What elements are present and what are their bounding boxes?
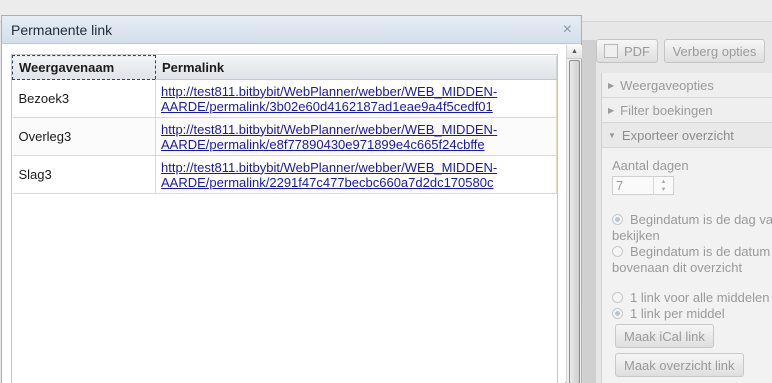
radio-start-today-label-cont: bekijken [612, 228, 660, 243]
days-stepper[interactable]: 7 ▲ ▼ [612, 176, 674, 195]
row-permalink-cell: http://test811.bitbybit/WebPlanner/webbe… [155, 155, 557, 194]
chevron-up-icon[interactable]: ▲ [661, 178, 667, 186]
permalink-line-2[interactable]: AARDE/permalink/3b02e60d4162187ad1eae9a4… [161, 99, 493, 114]
dialog-scrollbar[interactable]: ▲ [566, 45, 582, 383]
triangle-right-icon: ▶ [608, 105, 615, 115]
table-row: Overleg3 http://test811.bitbybit/WebPlan… [12, 117, 557, 156]
radio-start-date[interactable]: Begindatum is de datum [612, 244, 772, 260]
close-icon[interactable]: × [563, 21, 572, 39]
radio-link-all-label: 1 link voor alle middelen [630, 290, 770, 305]
section-filter-boekingen[interactable]: ▶ Filter boekingen [602, 98, 772, 123]
section-exporteer-overzicht[interactable]: ▼ Exporteer overzicht [602, 123, 772, 148]
dialog-title: Permanente link [11, 21, 113, 38]
section-weergaveopties[interactable]: ▶ Weergaveopties [602, 73, 772, 98]
table-header-row: Weergavenaam Permalink [12, 55, 557, 80]
triangle-right-icon: ▶ [608, 80, 615, 90]
permalink-link[interactable]: http://test811.bitbybit/WebPlanner/webbe… [161, 122, 497, 152]
chevron-down-icon[interactable]: ▼ [661, 186, 667, 194]
radio-link-per[interactable]: 1 link per middel [612, 306, 772, 322]
make-overview-link-button[interactable]: Maak overzicht link [615, 353, 744, 377]
make-ical-link-button[interactable]: Maak iCal link [615, 324, 714, 348]
permalink-link[interactable]: http://test811.bitbybit/WebPlanner/webbe… [161, 84, 497, 114]
chevron-up-icon[interactable]: ▲ [567, 45, 582, 59]
radio-link-all[interactable]: 1 link voor alle middelen [612, 290, 772, 306]
radio-link-per-control[interactable] [612, 308, 623, 319]
radio-start-today[interactable]: Begindatum is de dag va [612, 212, 772, 228]
permalink-line-1[interactable]: http://test811.bitbybit/WebPlanner/webbe… [161, 160, 497, 175]
radio-link-per-label: 1 link per middel [630, 306, 725, 321]
radio-start-date-label-cont: bovenaan dit overzicht [612, 260, 743, 275]
permalink-link[interactable]: http://test811.bitbybit/WebPlanner/webbe… [161, 160, 497, 190]
section-label: Filter boekingen [620, 102, 713, 118]
pdf-button-label: PDF [624, 43, 650, 59]
hide-options-label: Verberg opties [672, 43, 757, 59]
radio-link-all-control[interactable] [612, 292, 623, 303]
days-label: Aantal dagen [612, 158, 689, 173]
make-overview-link-label: Maak overzicht link [624, 357, 735, 373]
radio-start-today-control[interactable] [612, 214, 623, 225]
triangle-down-icon: ▼ [608, 130, 616, 140]
radio-start-date-label: Begindatum is de datum [630, 244, 771, 259]
permalink-dialog: Permanente link × Weergavenaam Permalink… [1, 15, 582, 383]
section-label: Exporteer overzicht [621, 127, 734, 143]
radio-start-today-label: Begindatum is de dag va [630, 212, 772, 227]
days-value[interactable]: 7 [613, 177, 653, 194]
pdf-button[interactable]: PDF [596, 39, 658, 63]
stepper-arrows[interactable]: ▲ ▼ [653, 177, 673, 194]
make-ical-link-label: Maak iCal link [624, 328, 705, 344]
background-scroll-strip [582, 40, 596, 383]
table-row: Bezoek3 http://test811.bitbybit/WebPlann… [12, 79, 557, 118]
section-label: Weergaveopties [620, 77, 714, 93]
table-row: Slag3 http://test811.bitbybit/WebPlanner… [12, 155, 557, 194]
dialog-titlebar[interactable]: Permanente link × [2, 16, 581, 44]
pdf-icon [604, 44, 618, 58]
options-panel: ▶ Weergaveopties ▶ Filter boekingen ▼ Ex… [601, 73, 772, 383]
scrollbar-thumb[interactable] [569, 60, 580, 383]
permalink-grid: Weergavenaam Permalink Bezoek3 http://te… [11, 54, 558, 383]
row-name: Overleg3 [12, 117, 156, 156]
permalink-line-2[interactable]: AARDE/permalink/2291f47c477becbc660a7d2d… [161, 175, 493, 190]
export-section-body: Aantal dagen 7 ▲ ▼ Begindatum is de dag … [602, 148, 772, 377]
permalink-line-1[interactable]: http://test811.bitbybit/WebPlanner/webbe… [161, 122, 497, 137]
radio-start-date-control[interactable] [612, 246, 623, 257]
row-name: Slag3 [12, 155, 156, 194]
row-name: Bezoek3 [12, 79, 156, 118]
row-permalink-cell: http://test811.bitbybit/WebPlanner/webbe… [155, 79, 557, 118]
permalink-line-1[interactable]: http://test811.bitbybit/WebPlanner/webbe… [161, 84, 497, 99]
permalink-table: Weergavenaam Permalink Bezoek3 http://te… [12, 55, 557, 194]
permalink-line-2[interactable]: AARDE/permalink/e8f77890430e971899e4c665… [161, 137, 485, 152]
dialog-content: Weergavenaam Permalink Bezoek3 http://te… [2, 45, 565, 383]
header-permalink[interactable]: Permalink [155, 55, 557, 80]
row-permalink-cell: http://test811.bitbybit/WebPlanner/webbe… [155, 117, 557, 156]
hide-options-button[interactable]: Verberg opties [664, 39, 765, 63]
header-weergavenaam[interactable]: Weergavenaam [12, 55, 156, 80]
